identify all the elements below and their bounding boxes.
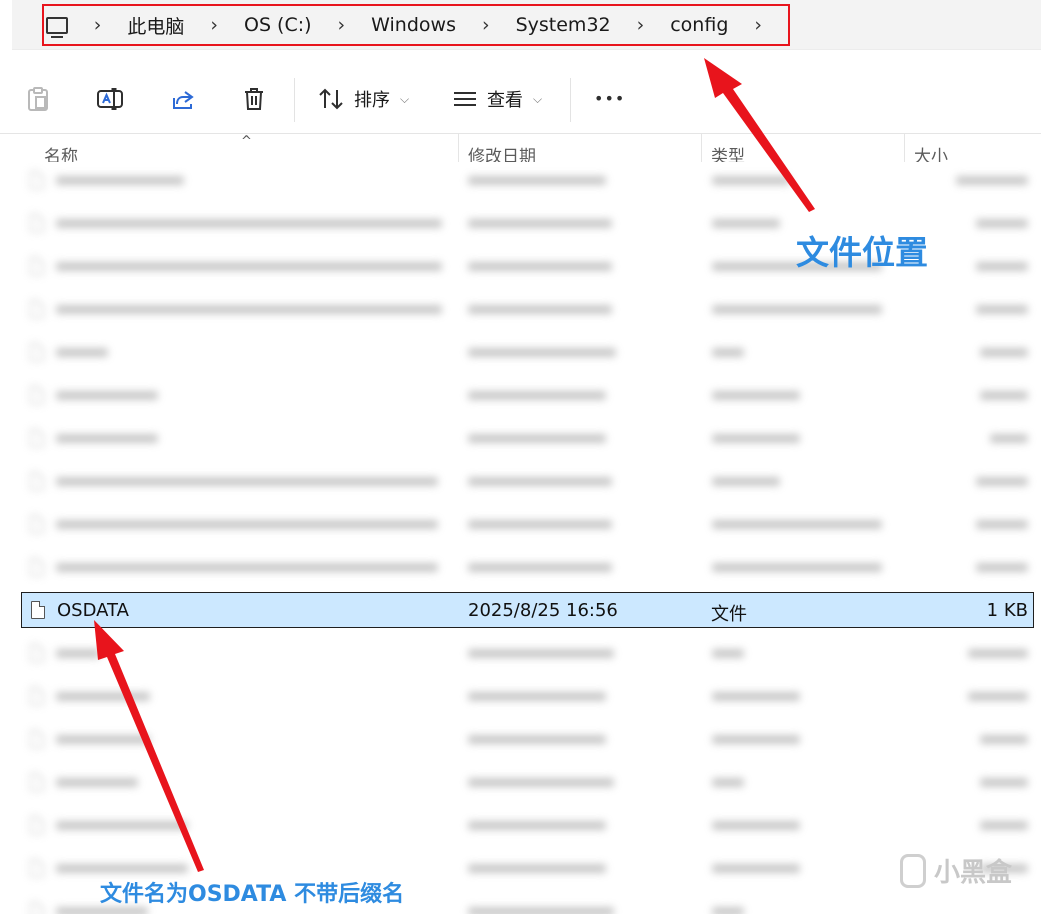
annotation-arrows [94, 58, 815, 872]
heybox-logo-icon [900, 853, 926, 888]
annotation-file-location: 文件位置 [796, 233, 928, 272]
watermark-text: 小黑盒 [934, 858, 1013, 888]
arrow-to-file-row [94, 620, 204, 872]
arrow-to-address-bar [704, 58, 815, 212]
annotation-file-name: 文件名为OSDATA 不带后缀名 [100, 882, 405, 907]
watermark: 小黑盒 [900, 852, 1012, 889]
